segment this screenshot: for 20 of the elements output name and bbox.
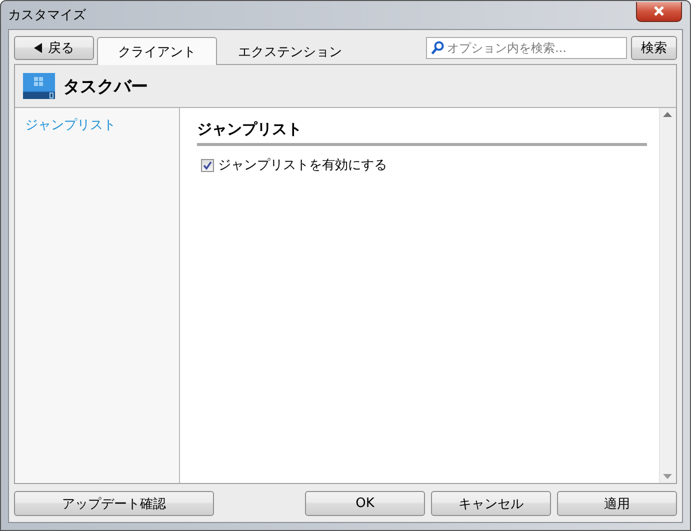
window-title: カスタマイズ xyxy=(8,7,86,24)
panel-heading: ジャンプリスト xyxy=(196,120,647,146)
cancel-button[interactable]: キャンセル xyxy=(431,491,551,516)
search-button[interactable]: 検索 xyxy=(631,36,677,60)
apply-button[interactable]: 適用 xyxy=(557,491,677,516)
checkbox[interactable] xyxy=(200,158,214,172)
taskbar-icon xyxy=(23,73,55,99)
close-icon xyxy=(653,6,665,16)
checkbox-label[interactable]: ジャンプリストを有効にする xyxy=(218,156,387,174)
ok-button[interactable]: OK xyxy=(305,491,425,516)
back-arrow-icon xyxy=(34,43,42,53)
search-icon xyxy=(431,41,444,55)
tab[interactable]: エクステンション xyxy=(217,37,363,65)
close-button[interactable] xyxy=(636,2,682,22)
back-button[interactable]: 戻る xyxy=(14,36,94,60)
scroll-up-icon[interactable] xyxy=(663,112,672,117)
section-title: タスクバー xyxy=(63,76,148,98)
search-field[interactable]: オプション内を検索... xyxy=(426,37,627,59)
update-check-button[interactable]: アップデート確認 xyxy=(14,491,214,516)
tab[interactable]: クライアント xyxy=(97,37,217,65)
